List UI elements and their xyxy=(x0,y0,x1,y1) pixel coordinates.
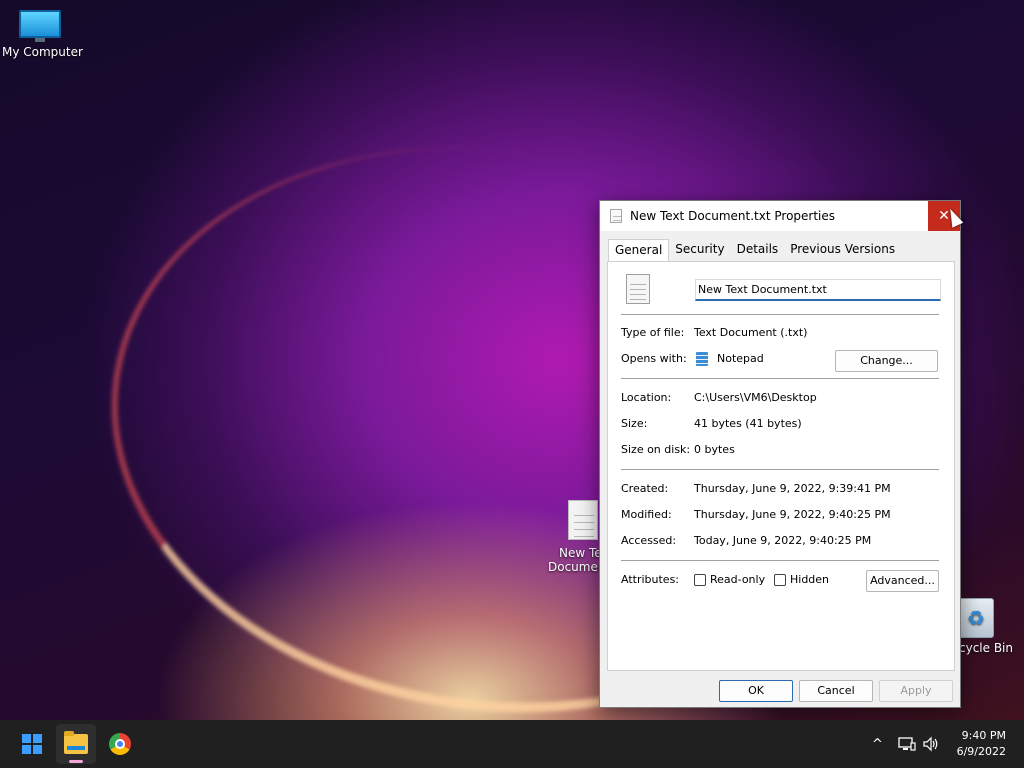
clock-time: 9:40 PM xyxy=(961,729,1006,742)
opens-with-label: Opens with: xyxy=(621,352,687,365)
chrome-icon xyxy=(109,733,131,755)
location-value: C:\Users\VM6\Desktop xyxy=(694,391,817,404)
dialog-title: New Text Document.txt Properties xyxy=(630,209,836,223)
text-file-icon xyxy=(568,500,598,540)
checkbox-box[interactable] xyxy=(694,573,706,586)
monitor-icon xyxy=(19,10,61,42)
desktop-icon-my-computer[interactable]: My Computer xyxy=(2,10,83,59)
apply-button[interactable]: Apply xyxy=(879,680,953,702)
read-only-label: Read-only xyxy=(710,573,766,586)
cancel-button[interactable]: Cancel xyxy=(799,680,873,702)
change-button[interactable]: Change... xyxy=(835,350,938,372)
taskbar-file-explorer[interactable] xyxy=(56,724,96,764)
divider xyxy=(621,378,939,379)
desktop-icon-label: cycle Bin xyxy=(959,641,1013,655)
divider xyxy=(621,469,939,470)
desktop-icon-label: My Computer xyxy=(2,45,83,59)
clock-date: 6/9/2022 xyxy=(956,745,1006,758)
file-name-input[interactable] xyxy=(695,279,941,301)
divider xyxy=(621,560,939,561)
location-label: Location: xyxy=(621,391,672,404)
tab-details[interactable]: Details xyxy=(731,239,785,261)
size-label: Size: xyxy=(621,417,648,430)
tab-previous-versions[interactable]: Previous Versions xyxy=(784,239,901,261)
accessed-value: Today, June 9, 2022, 9:40:25 PM xyxy=(694,534,872,547)
tab-general[interactable]: General xyxy=(608,239,670,262)
network-icon[interactable] xyxy=(898,720,916,768)
ok-button[interactable]: OK xyxy=(719,680,793,702)
taskbar-chrome[interactable] xyxy=(100,724,140,764)
clock[interactable]: 9:40 PM 6/9/2022 xyxy=(957,728,1006,760)
desktop-icon-label: Documen xyxy=(548,560,606,574)
dialog-titlebar[interactable]: New Text Document.txt Properties ✕ xyxy=(600,201,960,231)
attributes-label: Attributes: xyxy=(621,573,680,586)
checkbox-box[interactable] xyxy=(774,573,786,586)
chevron-up-icon: ^ xyxy=(872,736,883,752)
properties-dialog: New Text Document.txt Properties ✕ Gener… xyxy=(599,200,961,708)
running-indicator xyxy=(69,760,83,763)
volume-icon[interactable] xyxy=(922,720,940,768)
type-of-file-value: Text Document (.txt) xyxy=(694,326,808,339)
advanced-button[interactable]: Advanced... xyxy=(866,570,939,592)
created-value: Thursday, June 9, 2022, 9:39:41 PM xyxy=(694,482,891,495)
accessed-label: Accessed: xyxy=(621,534,677,547)
created-label: Created: xyxy=(621,482,669,495)
notepad-icon xyxy=(696,352,708,366)
desktop-icon-label: New Tex xyxy=(559,546,606,560)
taskbar: ^ 9:40 PM 6/9/2022 xyxy=(0,720,1024,768)
modified-label: Modified: xyxy=(621,508,672,521)
recycle-bin-icon: ♻ xyxy=(958,598,994,638)
read-only-checkbox[interactable]: Read-only xyxy=(694,573,765,586)
general-tab-panel: Type of file: Text Document (.txt) Opens… xyxy=(607,261,955,671)
text-file-icon xyxy=(610,209,622,223)
type-of-file-label: Type of file: xyxy=(621,326,685,339)
desktop-icon-recycle-bin[interactable]: ♻ cycle Bin xyxy=(955,598,1024,655)
tab-bar: General Security Details Previous Versio… xyxy=(608,239,901,262)
desktop-icon-new-text-document[interactable]: New Tex Documen xyxy=(546,500,606,574)
start-button[interactable] xyxy=(12,724,52,764)
hidden-label: Hidden xyxy=(790,573,830,586)
opens-with-value: Notepad xyxy=(717,352,764,365)
size-on-disk-label: Size on disk: xyxy=(621,443,691,456)
tray-chevron-button[interactable]: ^ xyxy=(872,720,883,768)
folder-icon xyxy=(64,731,88,754)
modified-value: Thursday, June 9, 2022, 9:40:25 PM xyxy=(694,508,891,521)
tab-security[interactable]: Security xyxy=(669,239,730,261)
windows-logo-icon xyxy=(22,734,42,754)
size-value: 41 bytes (41 bytes) xyxy=(694,417,802,430)
text-file-icon xyxy=(626,274,650,304)
size-on-disk-value: 0 bytes xyxy=(694,443,735,456)
divider xyxy=(621,314,939,315)
hidden-checkbox[interactable]: Hidden xyxy=(774,573,829,586)
